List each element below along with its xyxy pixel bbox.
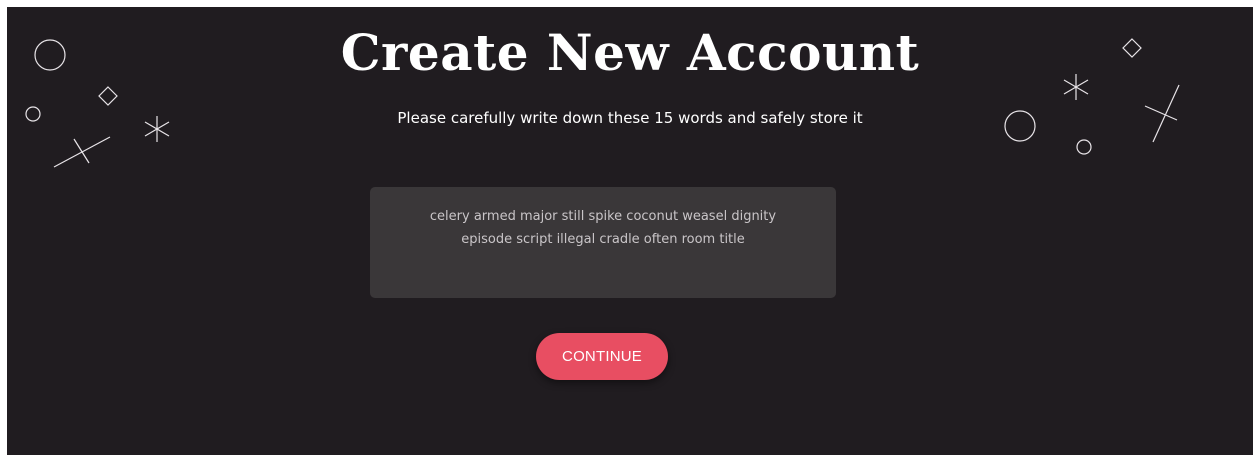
recovery-phrase-line: celery armed major still spike coconut w… (429, 209, 777, 224)
create-account-screen: Create New Account Please carefully writ… (7, 7, 1253, 455)
recovery-phrase-line: episode script illegal cradle often room… (461, 232, 745, 247)
continue-button[interactable]: CONTINUE (536, 333, 668, 380)
decor-diamond-icon (98, 86, 118, 106)
decor-small-circle-icon (1076, 139, 1092, 155)
decor-crossed-line-icon (53, 136, 111, 168)
recovery-phrase-box: celery armed major still spike coconut w… (370, 187, 836, 298)
page-title: Create New Account (340, 23, 920, 82)
backup-instruction: Please carefully write down these 15 wor… (397, 109, 863, 127)
